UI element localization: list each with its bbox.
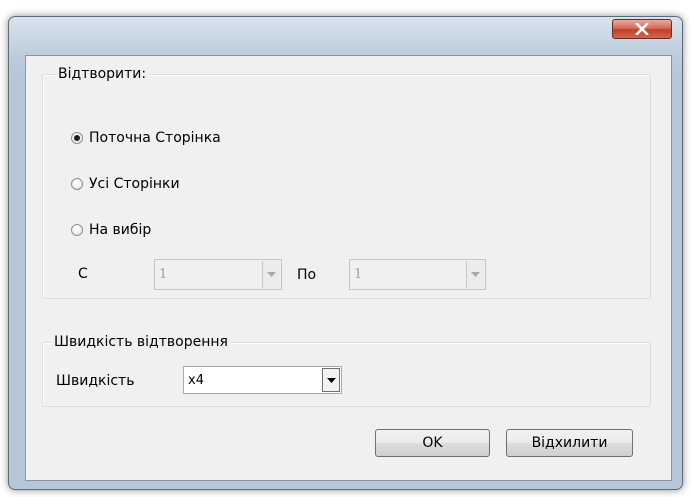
chevron-down-icon [267,272,276,277]
speed-label: Швидкість [56,373,135,389]
speed-value: x4 [188,372,204,388]
from-page-combo[interactable]: 1 [154,259,282,290]
radio-all-pages-indicator[interactable] [71,178,83,190]
to-page-combo[interactable]: 1 [349,259,486,290]
radio-custom-range-indicator[interactable] [71,224,83,236]
radio-current-page-label: Поточна Сторінка [89,130,221,146]
chevron-down-icon [326,377,336,383]
speed-select[interactable]: x4 [183,366,342,394]
playback-group-legend: Відтворити: [55,66,150,82]
close-x-icon [635,23,649,35]
to-label: По [297,267,317,283]
ok-button[interactable]: OK [375,429,490,457]
close-button[interactable] [612,19,672,39]
radio-custom-range-label: На вибір [89,222,152,238]
to-page-value: 1 [354,267,363,282]
to-page-dropdown-button[interactable] [466,261,484,288]
radio-all-pages-label: Усі Сторінки [89,176,180,192]
speed-dropdown-button[interactable] [322,368,340,392]
dialog-window: Відтворити: Поточна Сторінка Усі Сторінк… [8,16,683,490]
radio-custom-range[interactable]: На вибір [71,222,151,238]
radio-current-page[interactable]: Поточна Сторінка [71,130,221,146]
from-page-dropdown-button[interactable] [262,261,280,288]
radio-current-page-indicator[interactable] [71,132,83,144]
chevron-down-icon [471,272,480,277]
cancel-button[interactable]: Відхилити [506,429,633,457]
radio-all-pages[interactable]: Усі Сторінки [71,176,180,192]
from-label: С [78,266,88,282]
title-bar[interactable] [9,17,682,57]
dialog-content: Відтворити: Поточна Сторінка Усі Сторінк… [25,55,672,481]
speed-group-legend: Швидкість відтворення [51,334,231,350]
